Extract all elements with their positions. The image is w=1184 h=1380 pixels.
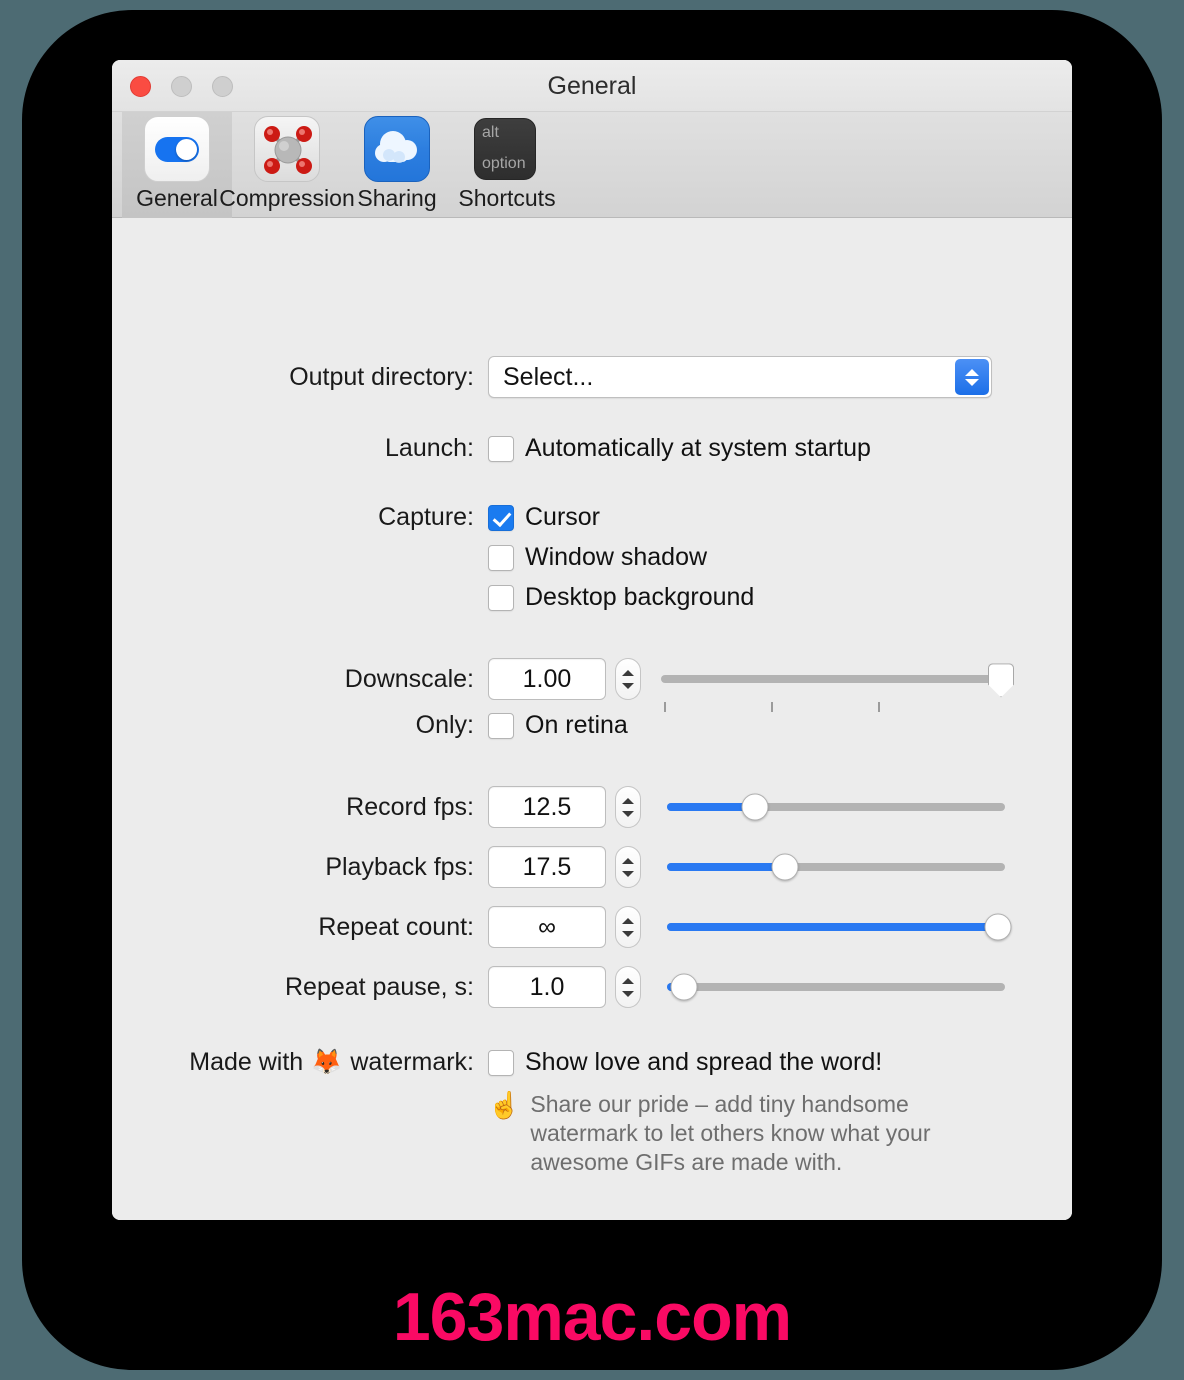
- repeat-count-slider-thumb[interactable]: [984, 913, 1012, 941]
- playback-fps-slider-thumb[interactable]: [771, 853, 799, 881]
- tab-compression-label: Compression: [219, 185, 355, 211]
- launch-automatically-checkbox[interactable]: [488, 435, 514, 462]
- repeat-count-slider-fill: [667, 923, 999, 931]
- repeat-count-stepper[interactable]: [615, 906, 641, 948]
- watermark-checkbox-group[interactable]: Show love and spread the word!: [488, 1048, 882, 1077]
- fox-emoji-icon: 🦊: [311, 1048, 343, 1076]
- capture-desktop-background-label: Desktop background: [525, 583, 755, 611]
- capture-window-shadow-row: Window shadow: [488, 543, 707, 572]
- capture-cursor-group[interactable]: Cursor: [488, 503, 600, 532]
- downscale-label: Downscale:: [344, 664, 474, 693]
- watermark-show-checkbox[interactable]: [488, 1049, 514, 1076]
- watermark-hint-row: ☝️ Share our pride – add tiny handsome w…: [488, 1090, 960, 1176]
- launch-row: Launch: Automatically at system startup: [168, 434, 871, 463]
- output-directory-popup[interactable]: Select...: [488, 356, 992, 398]
- repeat-count-row: Repeat count: ∞: [168, 906, 1012, 948]
- only-on-retina-checkbox[interactable]: [488, 712, 514, 739]
- tab-general[interactable]: General: [122, 112, 232, 218]
- repeat-count-input[interactable]: ∞: [488, 906, 606, 948]
- repeat-count-label: Repeat count:: [318, 912, 474, 941]
- molecule-icon: [254, 116, 320, 182]
- tab-general-label: General: [136, 185, 218, 211]
- launch-automatically-label: Automatically at system startup: [525, 434, 871, 462]
- repeat-pause-row: Repeat pause, s: 1.0: [168, 966, 1005, 1008]
- downscale-row: Downscale: 1.00: [168, 658, 1014, 712]
- capture-desktop-background-group[interactable]: Desktop background: [488, 583, 754, 612]
- repeat-pause-label: Repeat pause, s:: [284, 972, 474, 1001]
- watermark-hint-text: Share our pride – add tiny handsome wate…: [530, 1091, 931, 1175]
- cloud-icon: [364, 116, 430, 182]
- key-alt-text: alt: [482, 124, 499, 141]
- record-fps-stepper[interactable]: [615, 786, 641, 828]
- record-fps-label: Record fps:: [346, 792, 474, 821]
- downscale-input[interactable]: 1.00: [488, 658, 606, 700]
- traffic-light-buttons: [130, 76, 233, 97]
- watermark-label-suffix: watermark:: [350, 1048, 474, 1076]
- playback-fps-label: Playback fps:: [325, 852, 474, 881]
- tab-sharing-label: Sharing: [357, 185, 437, 211]
- capture-desktop-background-checkbox[interactable]: [488, 584, 514, 611]
- only-on-retina-group[interactable]: On retina: [488, 711, 628, 740]
- downscale-slider[interactable]: [661, 658, 1014, 712]
- tab-compression[interactable]: Compression: [219, 112, 355, 218]
- watermark-show-label: Show love and spread the word!: [525, 1048, 883, 1076]
- tab-sharing[interactable]: Sharing: [342, 112, 452, 218]
- repeat-pause-slider-thumb[interactable]: [670, 973, 698, 1001]
- close-button-icon[interactable]: [130, 76, 151, 97]
- screenshot-root: General General Compression Sharing alt …: [0, 0, 1184, 1380]
- repeat-pause-slider[interactable]: [667, 966, 1005, 1008]
- repeat-pause-stepper[interactable]: [615, 966, 641, 1008]
- window-titlebar: General: [112, 60, 1072, 112]
- capture-window-shadow-group[interactable]: Window shadow: [488, 543, 707, 572]
- tab-shortcuts-label: Shortcuts: [458, 185, 556, 211]
- minimize-button-icon[interactable]: [171, 76, 192, 97]
- playback-fps-input[interactable]: 17.5: [488, 846, 606, 888]
- preferences-window: General General Compression Sharing alt …: [112, 60, 1072, 1220]
- zoom-button-icon[interactable]: [212, 76, 233, 97]
- downscale-slider-ticks: [661, 702, 1001, 714]
- pointing-up-emoji-icon: ☝️: [488, 1090, 521, 1120]
- output-directory-label: Output directory:: [289, 362, 474, 391]
- only-label: Only:: [415, 711, 474, 739]
- keyboard-key-icon: alt option: [474, 116, 540, 182]
- chevron-updown-icon[interactable]: [955, 359, 989, 395]
- page-watermark: 163mac.com: [392, 1279, 792, 1355]
- launch-checkbox-group[interactable]: Automatically at system startup: [488, 434, 871, 463]
- capture-window-shadow-label: Window shadow: [525, 543, 708, 571]
- playback-fps-row: Playback fps: 17.5: [168, 846, 1005, 888]
- playback-fps-stepper[interactable]: [615, 846, 641, 888]
- capture-row: Capture: Cursor: [168, 503, 600, 532]
- window-title: General: [547, 72, 637, 100]
- playback-fps-slider[interactable]: [667, 846, 1005, 888]
- downscale-stepper[interactable]: [615, 658, 641, 700]
- capture-cursor-label: Cursor: [525, 503, 601, 531]
- record-fps-slider[interactable]: [667, 786, 1005, 828]
- record-fps-row: Record fps: 12.5: [168, 786, 1005, 828]
- only-on-retina-label: On retina: [525, 711, 628, 739]
- capture-label: Capture:: [378, 503, 474, 531]
- toggle-switch-icon: [144, 116, 210, 182]
- repeat-count-slider[interactable]: [667, 906, 1012, 948]
- watermark-label-prefix: Made with: [189, 1048, 304, 1076]
- capture-cursor-checkbox[interactable]: [488, 504, 514, 531]
- capture-window-shadow-checkbox[interactable]: [488, 544, 514, 571]
- watermark-label: Made with 🦊 watermark:: [168, 1048, 488, 1077]
- watermark-row: Made with 🦊 watermark: Show love and spr…: [168, 1048, 882, 1077]
- output-directory-row: Output directory: Select...: [168, 356, 992, 398]
- record-fps-input[interactable]: 12.5: [488, 786, 606, 828]
- only-row: Only: On retina: [168, 711, 628, 740]
- capture-desktop-background-row: Desktop background: [488, 583, 754, 612]
- key-option-text: option: [482, 155, 526, 172]
- preferences-toolbar: General Compression Sharing alt option S…: [112, 112, 1072, 218]
- launch-label: Launch:: [385, 434, 474, 462]
- record-fps-slider-thumb[interactable]: [741, 793, 769, 821]
- output-directory-value: Select...: [503, 362, 594, 391]
- general-settings-pane: Output directory: Select... Launch: Auto…: [112, 218, 1072, 1220]
- downscale-slider-thumb[interactable]: [988, 663, 1014, 698]
- repeat-pause-input[interactable]: 1.0: [488, 966, 606, 1008]
- tab-shortcuts[interactable]: alt option Shortcuts: [452, 112, 562, 218]
- playback-fps-slider-fill: [667, 863, 786, 871]
